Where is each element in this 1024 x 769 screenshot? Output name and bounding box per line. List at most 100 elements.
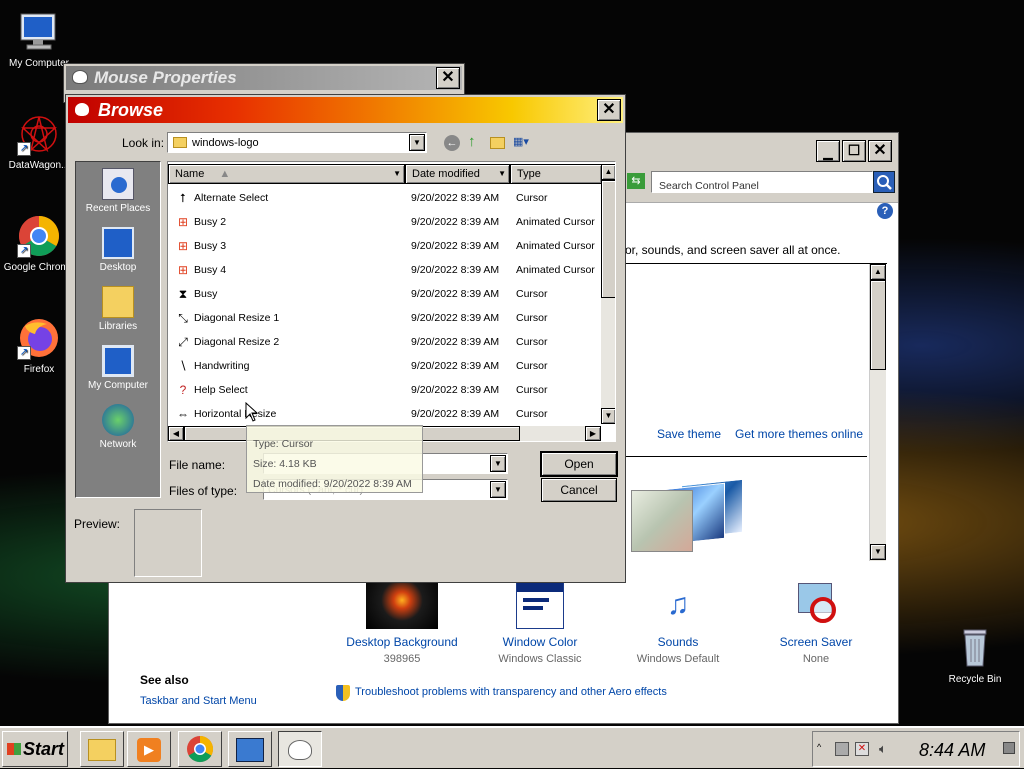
column-header-name[interactable]: Name ▲ ▼ [168,164,405,184]
file-date: 9/20/2022 8:39 AM [411,288,500,300]
file-row[interactable]: ∖ Handwriting 9/20/2022 8:39 AM Cursor [168,354,602,378]
network-icon [102,404,134,436]
mouse-pointer-icon [245,401,259,425]
file-row[interactable]: ⊞ Busy 2 9/20/2022 8:39 AM Animated Cursor [168,210,602,234]
open-button[interactable]: Open [540,451,618,477]
save-theme-link[interactable]: Save theme [657,427,721,441]
file-type: Animated Cursor [516,240,595,252]
help-icon[interactable]: ? [877,203,893,219]
refresh-icon[interactable]: ⇆ [627,173,645,189]
close-button[interactable]: ✕ [868,140,892,162]
new-folder-icon[interactable] [490,137,505,149]
start-button[interactable]: Start [2,731,68,767]
taskbar-chrome-button[interactable] [178,731,222,767]
file-row[interactable]: ⧗ Busy 9/20/2022 8:39 AM Cursor [168,282,602,306]
desktop-background-value: 398965 [383,653,421,665]
file-date: 9/20/2022 8:39 AM [411,240,500,252]
file-list-vertical-scrollbar[interactable]: ▲ ▼ [601,164,615,424]
chevron-down-icon[interactable]: ▼ [490,481,506,498]
column-header-type[interactable]: Type [510,164,602,184]
search-icon[interactable] [873,171,895,193]
chevron-up-icon[interactable]: ^ [817,742,821,752]
tooltip-date: Date modified: 9/20/2022 8:39 AM [253,478,412,490]
file-date: 9/20/2022 8:39 AM [411,192,500,204]
chevron-down-icon[interactable]: ▼ [490,455,506,472]
taskbar-control-panel-button[interactable] [228,731,272,767]
get-more-themes-link[interactable]: Get more themes online [735,427,863,441]
screen-saver-item[interactable]: Screen Saver None [757,581,875,665]
cursor-file-icon: ⇔ [177,407,189,421]
file-row[interactable]: ⤢ Diagonal Resize 2 9/20/2022 8:39 AM Curso… [168,330,602,354]
place-libraries[interactable]: Libraries [76,286,160,332]
up-folder-icon[interactable]: ↑ [468,134,484,150]
browse-close-button[interactable]: ✕ [597,99,621,121]
shortcut-arrow-icon: ↗ [17,346,31,360]
cursor-file-icon: ⤡ [178,311,188,325]
browse-titlebar[interactable]: Browse [68,97,623,123]
search-input[interactable]: Search Control Panel [659,180,759,192]
place-desktop[interactable]: Desktop [76,227,160,273]
control-panel-icon [236,738,264,762]
column-header-date[interactable]: Date modified ▼ [405,164,510,184]
desktop-icon-label: Recycle Bin [948,674,1002,685]
desktop-icon-my-computer[interactable]: My Computer [0,10,78,69]
mouse-properties-titlebar[interactable]: Mouse Properties [66,66,462,90]
place-label: Libraries [98,321,138,332]
tooltip-size: Size: 4.18 KB [253,458,317,470]
place-my-computer[interactable]: My Computer [76,345,160,391]
file-type: Cursor [516,288,548,300]
file-name: Busy 2 [194,216,227,228]
file-name-label: File name: [169,458,226,472]
alert-tray-icon[interactable]: ✕ [855,742,869,756]
window-color-icon [516,581,564,629]
file-row[interactable]: ⊞ Busy 3 9/20/2022 8:39 AM Animated Cursor [168,234,602,258]
taskbar-start-menu-link[interactable]: Taskbar and Start Menu [140,695,257,707]
scrollbar-thumb[interactable] [601,180,615,298]
theme-preview-thumbnails[interactable] [629,472,749,556]
browse-dialog: Browse ✕ Look in: windows-logo ▼ ← ↑ ▦▾ … [65,94,626,583]
file-type: Cursor [516,192,548,204]
file-name: Busy [194,288,218,300]
volume-icon[interactable]: 🔈︎ [879,741,887,757]
network-tray-icon[interactable] [835,742,849,756]
scrollbar-thumb[interactable] [870,280,886,370]
places-bar: Recent Places Desktop Libraries My Compu… [75,161,161,498]
clock[interactable]: 8:44 AM [919,740,985,761]
file-row[interactable]: ⊞ Busy 4 9/20/2022 8:39 AM Animated Cursor [168,258,602,282]
desktop-icon-recycle-bin[interactable]: Recycle Bin [936,626,1014,685]
troubleshoot-link[interactable]: Troubleshoot problems with transparency … [355,686,667,698]
file-row[interactable]: ? Help Select 9/20/2022 8:39 AM Cursor [168,378,602,402]
screen-saver-label: Screen Saver [779,635,853,649]
cursor-file-icon: ⭡ [180,191,186,205]
place-network[interactable]: Network [76,404,160,450]
sounds-value: Windows Default [636,653,720,665]
file-name: Diagonal Resize 1 [194,312,280,324]
window-color-item[interactable]: Window Color Windows Classic [481,581,599,665]
desktop-background-item[interactable]: Desktop Background 398965 [343,581,461,665]
maximize-button[interactable]: ☐ [842,140,866,162]
taskbar-media-player-button[interactable]: ▶ [127,731,171,767]
back-icon[interactable]: ← [444,135,460,151]
file-date: 9/20/2022 8:39 AM [411,264,500,276]
show-desktop-icon[interactable] [1003,742,1015,754]
cancel-button[interactable]: Cancel [541,478,617,502]
theme-gallery-scrollbar[interactable]: ▲ ▼ [869,264,886,561]
view-menu-icon[interactable]: ▦▾ [513,135,535,150]
file-row[interactable]: ⇔ Horizontal Resize 9/20/2022 8:39 AM Curso… [168,402,602,426]
file-row[interactable]: ⤡ Diagonal Resize 1 9/20/2022 8:39 AM Curso… [168,306,602,330]
minimize-button[interactable]: ▁ [816,140,840,162]
file-row[interactable]: ⭡ Alternate Select 9/20/2022 8:39 AM Cursor [168,186,602,210]
datawagon-icon: ↗ [17,112,61,156]
place-recent[interactable]: Recent Places [76,168,160,214]
chevron-down-icon[interactable]: ▼ [409,134,425,151]
search-box[interactable]: Search Control Panel [651,171,873,193]
sounds-item[interactable]: ♫ Sounds Windows Default [619,581,737,665]
look-in-dropdown[interactable]: windows-logo ▼ [167,132,427,153]
file-name: Horizontal Resize [194,408,277,420]
mouse-icon [75,103,89,116]
start-label: Start [23,739,65,759]
taskbar-mouse-properties-button[interactable] [278,731,322,767]
taskbar-explorer-button[interactable] [80,731,124,767]
preview-box [134,509,202,577]
mouse-properties-close-button[interactable]: ✕ [436,67,460,89]
